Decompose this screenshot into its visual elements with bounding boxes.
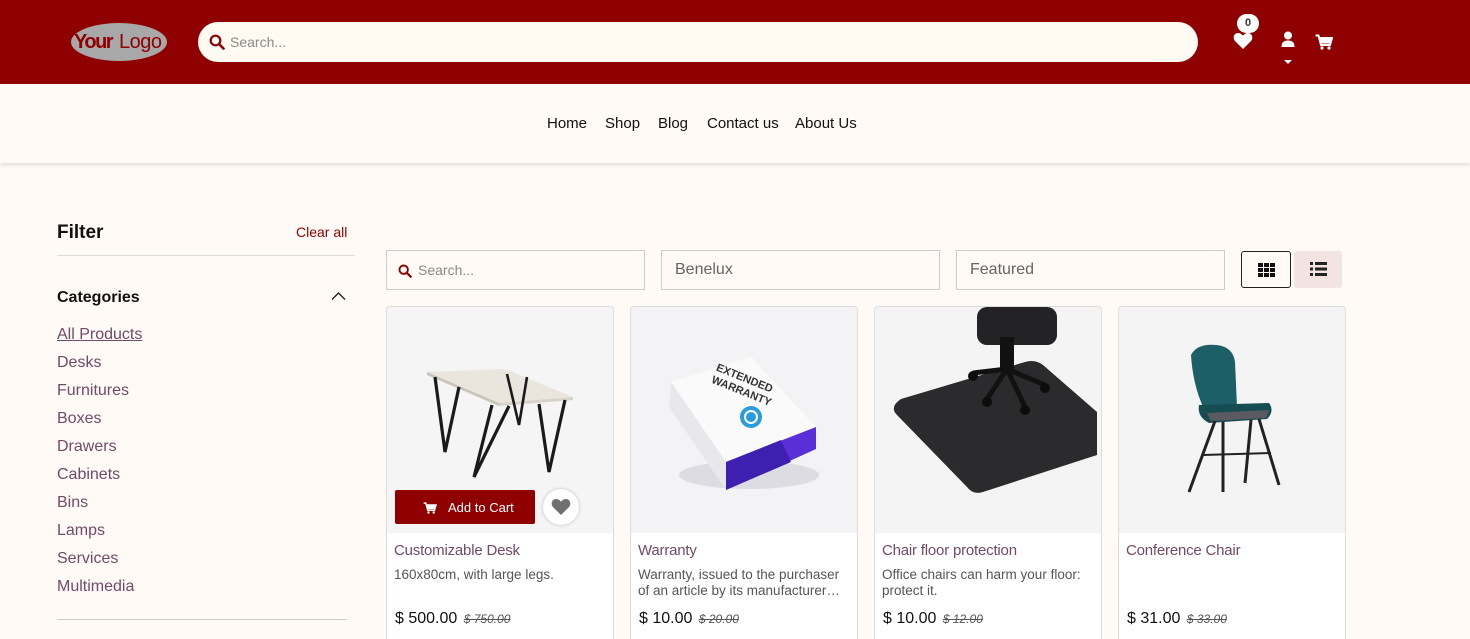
list-icon <box>1310 262 1327 276</box>
product-old-price: $ 20.00 <box>698 612 739 626</box>
top-header: Your Logo 0 <box>0 0 1470 84</box>
category-lamps[interactable]: Lamps <box>57 522 105 540</box>
grid-icon <box>1258 263 1275 277</box>
product-price-block: $ 31.00 $ 33.00 <box>1127 610 1227 628</box>
product-price-block: $ 10.00 $ 12.00 <box>883 610 983 628</box>
product-search[interactable] <box>386 250 645 290</box>
cart-icon[interactable] <box>1315 34 1333 50</box>
user-icon[interactable] <box>1281 31 1295 47</box>
product-price: $ 500.00 <box>395 610 458 627</box>
product-card[interactable]: Conference Chair $ 31.00 $ 33.00 <box>1118 306 1346 639</box>
warranty-box-image[interactable]: EXTENDED WARRANTY <box>631 307 857 533</box>
product-price: $ 10.00 <box>639 610 693 627</box>
chevron-up-icon[interactable] <box>331 291 346 301</box>
product-description: 160x80cm, with large legs. <box>394 567 554 582</box>
chair-image[interactable] <box>1119 307 1345 533</box>
add-to-cart-button[interactable]: Add to Cart <box>395 490 535 524</box>
product-old-price: $ 33.00 <box>1186 612 1227 626</box>
product-name[interactable]: Chair floor protection <box>882 542 1017 559</box>
category-desks[interactable]: Desks <box>57 354 101 372</box>
categories-title[interactable]: Categories <box>57 289 140 307</box>
category-multimedia[interactable]: Multimedia <box>57 578 134 596</box>
category-all-products[interactable]: All Products <box>57 326 142 344</box>
product-name[interactable]: Customizable Desk <box>394 542 520 559</box>
nav-shop[interactable]: Shop <box>605 115 640 132</box>
filter-title: Filter <box>57 222 104 243</box>
category-services[interactable]: Services <box>57 550 118 568</box>
grid-view-button[interactable] <box>1241 251 1291 288</box>
svg-text:Your: Your <box>74 31 114 53</box>
product-old-price: $ 12.00 <box>942 612 983 626</box>
product-search-input[interactable] <box>418 251 638 289</box>
category-bins[interactable]: Bins <box>57 494 88 512</box>
category-drawers[interactable]: Drawers <box>57 438 117 456</box>
header-search-input[interactable] <box>230 22 1180 62</box>
category-boxes[interactable]: Boxes <box>57 410 101 428</box>
search-icon <box>398 264 412 278</box>
heart-icon <box>551 498 571 515</box>
search-icon <box>209 34 225 50</box>
product-price: $ 10.00 <box>883 610 937 627</box>
product-card[interactable]: Add to Cart Customizable Desk 160x80cm, … <box>386 306 614 639</box>
product-name[interactable]: Conference Chair <box>1126 542 1241 559</box>
product-price: $ 31.00 <box>1127 610 1181 627</box>
product-description: Warranty, issued to the purchaser of an … <box>638 567 840 598</box>
clear-all-link[interactable]: Clear all <box>296 224 347 240</box>
svg-text:Logo: Logo <box>119 31 162 53</box>
pricelist-select[interactable]: Benelux <box>661 250 940 290</box>
main-navigation: Home Shop Blog Contact us About Us <box>0 84 1470 163</box>
header-search[interactable] <box>198 22 1198 62</box>
site-logo[interactable]: Your Logo <box>70 22 168 63</box>
add-to-wishlist-button[interactable] <box>543 489 579 525</box>
cart-icon <box>423 502 437 514</box>
caret-down-icon[interactable] <box>1284 60 1292 64</box>
list-view-button[interactable] <box>1294 251 1342 288</box>
heart-icon[interactable] <box>1233 32 1253 50</box>
product-price-block: $ 500.00 $ 750.00 <box>395 610 510 628</box>
product-price-block: $ 10.00 $ 20.00 <box>639 610 739 628</box>
product-card[interactable]: Chair floor protection Office chairs can… <box>874 306 1102 639</box>
product-card[interactable]: EXTENDED WARRANTY Warranty Warranty, iss… <box>630 306 858 639</box>
product-description: Office chairs can harm your floor: prote… <box>882 567 1081 598</box>
sort-select[interactable]: Featured <box>956 250 1225 290</box>
add-to-cart-label: Add to Cart <box>448 500 514 515</box>
nav-about-us[interactable]: About Us <box>795 115 857 132</box>
nav-contact-us[interactable]: Contact us <box>707 115 779 132</box>
floor-mat-image[interactable] <box>875 307 1101 533</box>
divider <box>57 255 355 256</box>
divider <box>57 619 347 620</box>
product-old-price: $ 750.00 <box>463 612 511 626</box>
wishlist-count-badge: 0 <box>1237 14 1259 33</box>
product-name[interactable]: Warranty <box>638 542 697 559</box>
category-cabinets[interactable]: Cabinets <box>57 466 120 484</box>
nav-home[interactable]: Home <box>547 115 587 132</box>
nav-blog[interactable]: Blog <box>658 115 688 132</box>
category-furnitures[interactable]: Furnitures <box>57 382 129 400</box>
